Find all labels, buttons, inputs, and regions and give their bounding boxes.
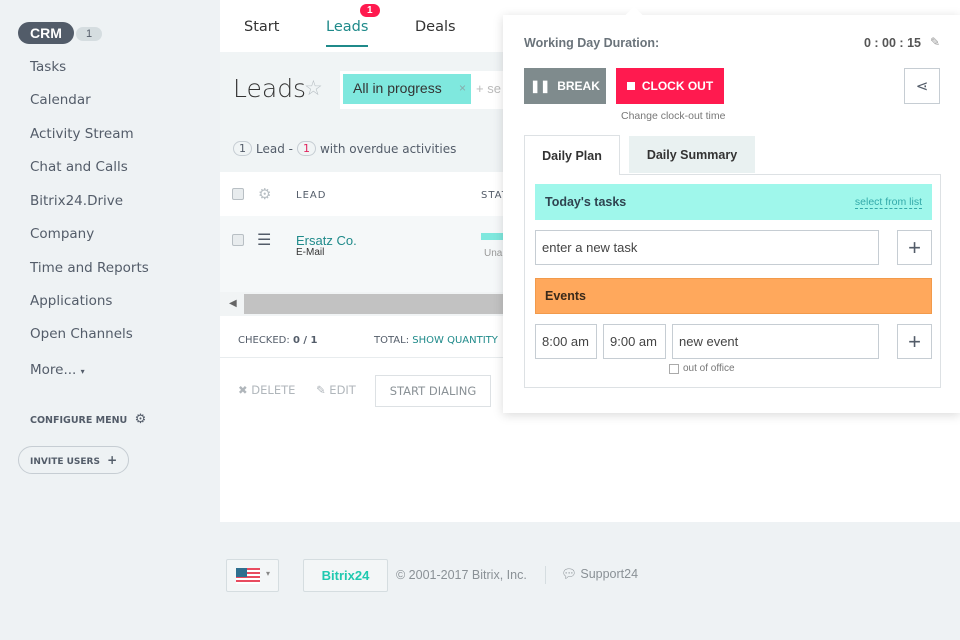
status-bar xyxy=(481,233,503,240)
todays-tasks-header: Today's tasks select from list xyxy=(535,184,932,220)
lead-summary: 1 Lead - 1 with overdue activities xyxy=(233,141,456,156)
clock-out-label: CLOCK OUT xyxy=(641,79,714,93)
tab-daily-plan[interactable]: Daily Plan xyxy=(524,135,620,175)
filter-search[interactable]: All in progress × + se xyxy=(340,71,510,109)
row-checkbox[interactable] xyxy=(232,234,244,246)
gear-icon[interactable]: ⚙ xyxy=(258,185,272,203)
daily-plan-panel: Today's tasks select from list enter a n… xyxy=(524,174,941,388)
status-text: Una xyxy=(484,248,503,259)
leads-badge: 1 xyxy=(360,4,380,17)
page-title: Leads xyxy=(233,74,307,103)
overdue-text: with overdue activities xyxy=(319,141,457,156)
filter-chip-label: All in progress xyxy=(353,80,442,96)
sidebar-item-crm[interactable]: CRM xyxy=(18,22,74,44)
more-label: More... xyxy=(30,362,77,378)
delete-label: DELETE xyxy=(251,383,296,397)
close-icon[interactable]: × xyxy=(459,81,466,95)
events-title: Events xyxy=(545,289,586,303)
stop-icon xyxy=(626,82,635,90)
divider xyxy=(545,566,546,584)
out-of-office-label: out of office xyxy=(683,363,735,374)
edit-button[interactable]: ✎ EDIT xyxy=(316,383,356,397)
event-end-time[interactable]: 9:00 am xyxy=(603,324,666,359)
star-icon[interactable]: ☆ xyxy=(304,76,323,101)
show-quantity-link[interactable]: SHOW QUANTITY xyxy=(412,335,498,346)
language-selector[interactable]: ▾ xyxy=(226,559,279,592)
sidebar-item-calendar[interactable]: Calendar xyxy=(30,92,91,108)
tab-start[interactable]: Start xyxy=(244,19,279,35)
lead-count: 1 xyxy=(233,141,252,156)
select-all-checkbox[interactable] xyxy=(232,188,244,200)
todays-tasks-title: Today's tasks xyxy=(545,195,627,209)
out-of-office-option[interactable]: out of office xyxy=(669,363,735,374)
add-event-plus-icon[interactable]: + xyxy=(897,324,932,359)
tab-deals[interactable]: Deals xyxy=(415,19,456,35)
crm-count-badge: 1 xyxy=(76,27,103,41)
bitrix24-logo[interactable]: Bitrix24 xyxy=(303,559,388,592)
sidebar-item-applications[interactable]: Applications xyxy=(30,293,112,309)
invite-users-button[interactable]: INVITE USERS + xyxy=(18,446,130,474)
new-event-input[interactable]: new event xyxy=(672,324,879,359)
select-from-list-link[interactable]: select from list xyxy=(854,196,922,209)
sidebar-item-chat-and-calls[interactable]: Chat and Calls xyxy=(30,159,128,175)
pencil-icon[interactable]: ✎ xyxy=(930,35,940,49)
overdue-count[interactable]: 1 xyxy=(296,141,316,156)
support-label: Support24 xyxy=(580,567,639,581)
checked-label: CHECKED: xyxy=(238,335,290,346)
edit-label: EDIT xyxy=(329,383,356,397)
sidebar-item-drive[interactable]: Bitrix24.Drive xyxy=(30,193,123,209)
total-label: TOTAL: xyxy=(374,335,410,346)
work-day-popup: Working Day Duration: 0 : 00 : 15 ✎ ❚❚ BR… xyxy=(503,6,960,413)
configure-menu-button[interactable]: CONFIGURE MENU ⚙ xyxy=(30,412,146,427)
checked-value: 0 / 1 xyxy=(292,335,318,346)
menu-icon[interactable]: ☰ xyxy=(257,230,271,250)
copyright: © 2001-2017 Bitrix, Inc. xyxy=(396,568,527,582)
sidebar-item-time-and-reports[interactable]: Time and Reports xyxy=(30,260,149,276)
chevron-down-icon: ▾ xyxy=(80,367,85,376)
us-flag-icon xyxy=(236,568,260,584)
chevron-down-icon: ▾ xyxy=(266,569,271,578)
pencil-icon: ✎ xyxy=(316,383,326,397)
lead-source: E-Mail xyxy=(296,247,325,258)
break-label: BREAK xyxy=(557,79,600,93)
search-input[interactable]: + se xyxy=(476,81,501,96)
gear-icon: ⚙ xyxy=(134,412,147,427)
sidebar-item-activity-stream[interactable]: Activity Stream xyxy=(30,126,134,142)
duration-value: 0 : 00 : 15 xyxy=(864,36,921,50)
out-of-office-checkbox[interactable] xyxy=(669,363,679,374)
add-task-plus-icon[interactable]: + xyxy=(897,230,932,265)
filter-chip[interactable]: All in progress × xyxy=(343,74,471,104)
support-link[interactable]: 💬︎ Support24 xyxy=(561,567,638,582)
clock-out-button[interactable]: CLOCK OUT xyxy=(616,68,724,104)
chat-icon: 💬︎ xyxy=(561,567,577,581)
new-task-input[interactable]: enter a new task xyxy=(535,230,879,265)
sidebar-item-company[interactable]: Company xyxy=(30,226,94,242)
tab-daily-summary[interactable]: Daily Summary xyxy=(629,136,755,173)
lead-name-link[interactable]: Ersatz Co. xyxy=(296,233,357,248)
tab-leads[interactable]: Leads xyxy=(326,19,369,47)
invite-users-label: INVITE USERS xyxy=(30,457,100,467)
scroll-left-icon[interactable]: ◀ xyxy=(229,298,237,309)
duration-label: Working Day Duration: xyxy=(524,36,660,50)
events-header: Events xyxy=(535,278,932,314)
share-icon[interactable]: ⋖ xyxy=(904,68,940,104)
break-button[interactable]: ❚❚ BREAK xyxy=(524,68,606,104)
sidebar-item-more[interactable]: More... ▾ xyxy=(30,362,85,378)
configure-menu-label: CONFIGURE MENU xyxy=(30,415,128,426)
pause-icon: ❚❚ xyxy=(530,79,551,93)
plus-icon: + xyxy=(107,453,118,467)
column-lead[interactable]: LEAD xyxy=(296,190,326,201)
sidebar-item-tasks[interactable]: Tasks xyxy=(30,59,66,75)
delete-icon: ✖ xyxy=(238,383,248,397)
start-dialing-button[interactable]: START DIALING xyxy=(375,375,491,407)
delete-button[interactable]: ✖ DELETE xyxy=(238,383,295,397)
event-start-time[interactable]: 8:00 am xyxy=(535,324,597,359)
sidebar-item-open-channels[interactable]: Open Channels xyxy=(30,326,133,342)
change-clock-out-time-link[interactable]: Change clock-out time xyxy=(621,110,725,122)
lead-word: Lead - xyxy=(256,141,293,156)
